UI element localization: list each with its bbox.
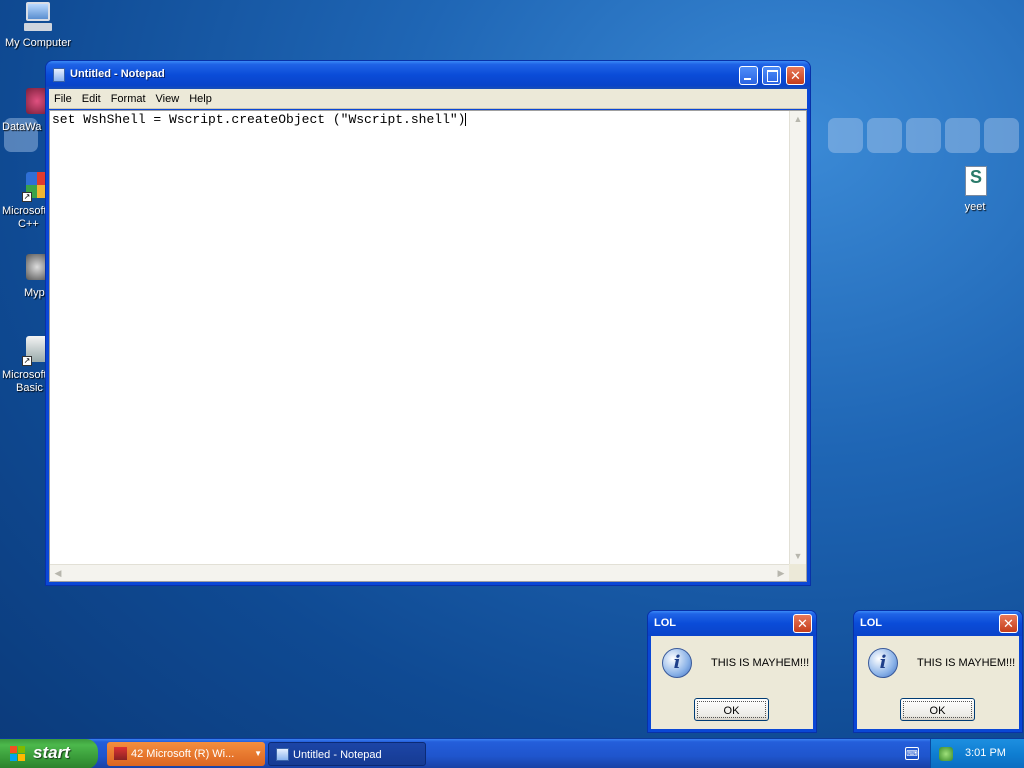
- notepad-titlebar[interactable]: Untitled - Notepad ✕: [46, 61, 810, 89]
- chevron-down-icon: ▼: [254, 749, 262, 758]
- text-editor[interactable]: set WshShell = Wscript.createObject ("Ws…: [49, 110, 807, 582]
- scroll-up-icon[interactable]: ▲: [790, 111, 806, 127]
- menu-view[interactable]: View: [151, 89, 185, 109]
- menu-edit[interactable]: Edit: [77, 89, 106, 109]
- taskbar: start 42 Microsoft (R) Wi... ▼ Untitled …: [0, 738, 1024, 768]
- taskbar-item-command-prompt[interactable]: 42 Microsoft (R) Wi... ▼: [107, 742, 265, 766]
- desktop-decoration: [828, 118, 863, 153]
- ok-button-label: OK: [697, 701, 766, 718]
- dialog-message: THIS IS MAYHEM!!!: [711, 657, 810, 669]
- text-caret: [465, 113, 467, 127]
- ok-button-label: OK: [903, 701, 972, 718]
- editor-text: set WshShell = Wscript.createObject ("Ws…: [52, 112, 466, 127]
- my-computer-icon: [22, 2, 54, 34]
- dialog-titlebar[interactable]: LOL: [648, 611, 816, 636]
- dialog-close-button[interactable]: ✕: [793, 614, 812, 633]
- horizontal-scrollbar[interactable]: ◀ ▶: [50, 564, 789, 581]
- desktop-decoration: [867, 118, 902, 153]
- desktop-icon-label: My Computer: [4, 37, 72, 49]
- menu-help[interactable]: Help: [184, 89, 217, 109]
- dialog-close-button[interactable]: ✕: [999, 614, 1018, 633]
- task-label: 42 Microsoft (R) Wi...: [131, 748, 235, 760]
- task-label: Untitled - Notepad: [293, 749, 382, 761]
- keyboard-icon[interactable]: ⌨: [905, 747, 919, 760]
- dialog-body: i THIS IS MAYHEM!!! OK: [651, 636, 813, 729]
- information-icon: i: [662, 648, 692, 678]
- ok-button[interactable]: OK: [694, 698, 769, 721]
- notepad-icon: [53, 68, 65, 82]
- desktop-decoration: [906, 118, 941, 153]
- taskbar-item-notepad[interactable]: Untitled - Notepad: [268, 742, 426, 766]
- scroll-right-icon[interactable]: ▶: [773, 565, 789, 581]
- menu-format[interactable]: Format: [106, 89, 151, 109]
- maximize-button[interactable]: [762, 66, 781, 85]
- menu-bar: File Edit Format View Help: [49, 89, 807, 109]
- information-icon: i: [868, 648, 898, 678]
- dialog-body: i THIS IS MAYHEM!!! OK: [857, 636, 1019, 729]
- system-tray: 3:01 PM: [930, 739, 1024, 768]
- editor-content[interactable]: set WshShell = Wscript.createObject ("Ws…: [52, 112, 467, 127]
- desktop-icon-my-computer[interactable]: My Computer: [0, 2, 76, 50]
- desktop-icon-label: yeet: [964, 201, 986, 213]
- scroll-down-icon[interactable]: ▼: [790, 548, 806, 564]
- network-icon[interactable]: [939, 747, 953, 761]
- window-title: Untitled - Notepad: [70, 68, 165, 80]
- dialog-title: LOL: [654, 617, 676, 629]
- menu-file[interactable]: File: [49, 89, 77, 109]
- vertical-scrollbar[interactable]: ▲ ▼: [789, 111, 806, 564]
- windows-logo-icon: [10, 746, 26, 762]
- start-label: start: [33, 743, 70, 762]
- scroll-left-icon[interactable]: ◀: [50, 565, 66, 581]
- message-dialog: LOL ✕ i THIS IS MAYHEM!!! OK: [647, 610, 817, 733]
- dialog-message: THIS IS MAYHEM!!!: [917, 657, 1016, 669]
- notepad-icon: [276, 748, 289, 761]
- script-file-icon: S: [959, 166, 991, 198]
- desktop-decoration: [984, 118, 1019, 153]
- message-dialog: LOL ✕ i THIS IS MAYHEM!!! OK: [853, 610, 1023, 733]
- clock[interactable]: 3:01 PM: [965, 747, 1006, 759]
- desktop-decoration: [945, 118, 980, 153]
- minimize-button[interactable]: [739, 66, 758, 85]
- console-icon: [114, 747, 127, 760]
- ok-button[interactable]: OK: [900, 698, 975, 721]
- desktop-icon-yeet[interactable]: S yeet: [937, 166, 1013, 214]
- close-button[interactable]: ✕: [786, 66, 805, 85]
- dialog-title: LOL: [860, 617, 882, 629]
- start-button[interactable]: start: [0, 739, 98, 768]
- resize-grip[interactable]: [789, 564, 806, 581]
- dialog-titlebar[interactable]: LOL: [854, 611, 1022, 636]
- notepad-window: Untitled - Notepad ✕ File Edit Format View H…: [45, 60, 811, 586]
